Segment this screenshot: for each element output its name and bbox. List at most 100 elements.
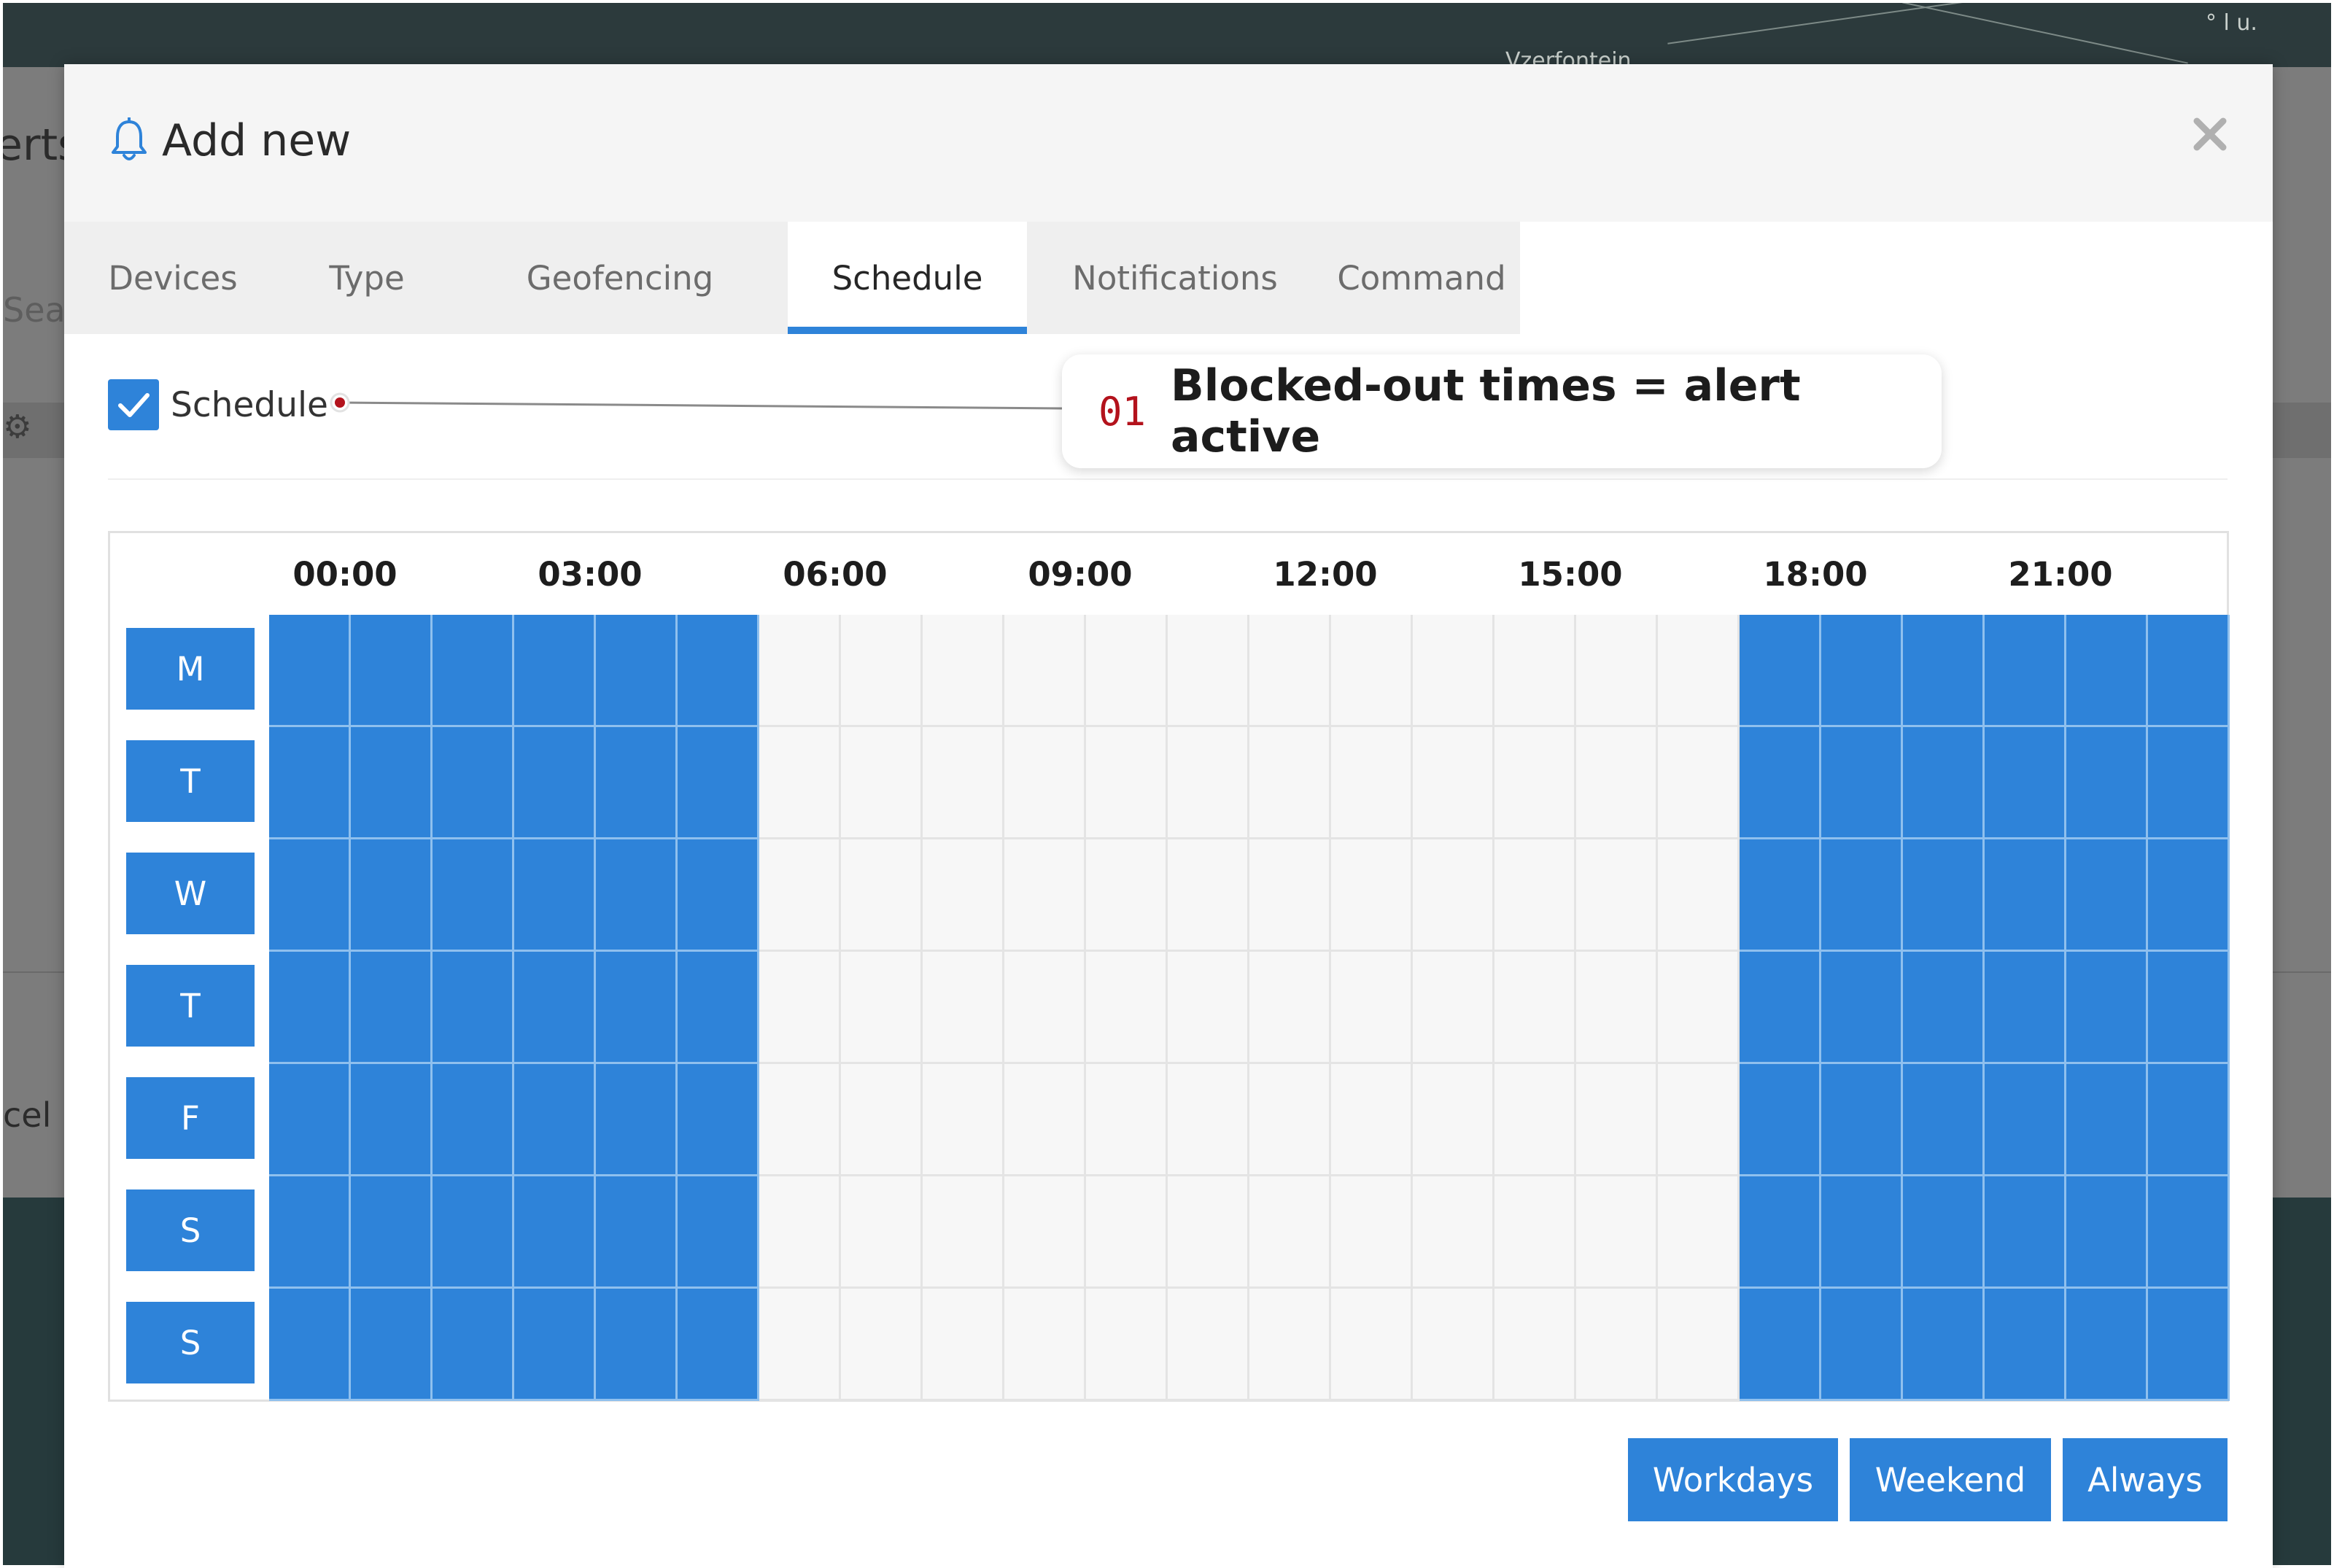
schedule-cell-wednesday-14[interactable] [1413, 839, 1494, 952]
schedule-cell-sunday-22[interactable] [2066, 1289, 2148, 1401]
schedule-cell-wednesday-9[interactable] [1004, 839, 1086, 952]
schedule-cell-sunday-16[interactable] [1576, 1289, 1658, 1401]
schedule-cell-tuesday-0[interactable] [269, 727, 351, 839]
preset-always-button[interactable]: Always [2063, 1438, 2228, 1521]
schedule-cell-thursday-19[interactable] [1821, 952, 1903, 1064]
schedule-cell-friday-11[interactable] [1168, 1064, 1249, 1176]
schedule-cell-sunday-17[interactable] [1658, 1289, 1740, 1401]
schedule-cell-tuesday-17[interactable] [1658, 727, 1740, 839]
schedule-cell-sunday-2[interactable] [433, 1289, 514, 1401]
schedule-cell-saturday-2[interactable] [433, 1176, 514, 1289]
tab-type[interactable]: Type [282, 222, 452, 334]
schedule-cell-wednesday-3[interactable] [514, 839, 596, 952]
schedule-cell-thursday-15[interactable] [1494, 952, 1576, 1064]
schedule-cell-saturday-17[interactable] [1658, 1176, 1740, 1289]
schedule-cell-tuesday-18[interactable] [1740, 727, 1821, 839]
schedule-cell-friday-9[interactable] [1004, 1064, 1086, 1176]
schedule-cell-saturday-18[interactable] [1740, 1176, 1821, 1289]
schedule-cell-thursday-5[interactable] [678, 952, 759, 1064]
schedule-cell-saturday-7[interactable] [841, 1176, 923, 1289]
schedule-cell-sunday-3[interactable] [514, 1289, 596, 1401]
schedule-cell-tuesday-20[interactable] [1903, 727, 1985, 839]
schedule-cell-tuesday-12[interactable] [1249, 727, 1331, 839]
schedule-cell-thursday-4[interactable] [596, 952, 678, 1064]
day-button-saturday[interactable]: S [126, 1189, 255, 1271]
schedule-cell-friday-10[interactable] [1086, 1064, 1168, 1176]
tab-schedule[interactable]: Schedule [788, 222, 1027, 334]
tab-geofencing[interactable]: Geofencing [452, 222, 788, 334]
schedule-cell-sunday-0[interactable] [269, 1289, 351, 1401]
schedule-cell-sunday-21[interactable] [1985, 1289, 2066, 1401]
schedule-cell-wednesday-4[interactable] [596, 839, 678, 952]
schedule-cell-tuesday-16[interactable] [1576, 727, 1658, 839]
schedule-cell-sunday-19[interactable] [1821, 1289, 1903, 1401]
schedule-cell-wednesday-21[interactable] [1985, 839, 2066, 952]
schedule-cell-thursday-6[interactable] [759, 952, 841, 1064]
schedule-cell-saturday-8[interactable] [923, 1176, 1004, 1289]
schedule-cell-friday-0[interactable] [269, 1064, 351, 1176]
schedule-cell-monday-21[interactable] [1985, 615, 2066, 727]
schedule-cell-wednesday-20[interactable] [1903, 839, 1985, 952]
schedule-cell-friday-19[interactable] [1821, 1064, 1903, 1176]
schedule-cell-sunday-15[interactable] [1494, 1289, 1576, 1401]
day-button-wednesday[interactable]: W [126, 853, 255, 934]
schedule-cell-friday-17[interactable] [1658, 1064, 1740, 1176]
schedule-cell-friday-22[interactable] [2066, 1064, 2148, 1176]
schedule-cell-friday-7[interactable] [841, 1064, 923, 1176]
schedule-cell-monday-5[interactable] [678, 615, 759, 727]
schedule-cell-saturday-21[interactable] [1985, 1176, 2066, 1289]
day-button-monday[interactable]: M [126, 628, 255, 710]
schedule-cell-friday-18[interactable] [1740, 1064, 1821, 1176]
schedule-cell-wednesday-22[interactable] [2066, 839, 2148, 952]
schedule-cell-friday-6[interactable] [759, 1064, 841, 1176]
schedule-cell-tuesday-9[interactable] [1004, 727, 1086, 839]
schedule-cell-wednesday-6[interactable] [759, 839, 841, 952]
schedule-cell-sunday-10[interactable] [1086, 1289, 1168, 1401]
schedule-cell-tuesday-6[interactable] [759, 727, 841, 839]
schedule-cell-tuesday-23[interactable] [2148, 727, 2230, 839]
schedule-cell-monday-13[interactable] [1331, 615, 1413, 727]
schedule-cell-friday-23[interactable] [2148, 1064, 2230, 1176]
schedule-cell-thursday-16[interactable] [1576, 952, 1658, 1064]
schedule-cell-saturday-15[interactable] [1494, 1176, 1576, 1289]
schedule-cell-tuesday-21[interactable] [1985, 727, 2066, 839]
schedule-cell-sunday-12[interactable] [1249, 1289, 1331, 1401]
schedule-cell-wednesday-11[interactable] [1168, 839, 1249, 952]
schedule-cell-friday-8[interactable] [923, 1064, 1004, 1176]
schedule-cell-thursday-17[interactable] [1658, 952, 1740, 1064]
schedule-cell-wednesday-19[interactable] [1821, 839, 1903, 952]
schedule-cell-monday-9[interactable] [1004, 615, 1086, 727]
schedule-cell-tuesday-2[interactable] [433, 727, 514, 839]
schedule-cell-thursday-0[interactable] [269, 952, 351, 1064]
schedule-cell-thursday-10[interactable] [1086, 952, 1168, 1064]
schedule-cell-tuesday-11[interactable] [1168, 727, 1249, 839]
schedule-cell-thursday-7[interactable] [841, 952, 923, 1064]
schedule-cell-tuesday-7[interactable] [841, 727, 923, 839]
schedule-cell-saturday-1[interactable] [351, 1176, 433, 1289]
schedule-cell-friday-14[interactable] [1413, 1064, 1494, 1176]
schedule-cell-thursday-8[interactable] [923, 952, 1004, 1064]
schedule-cell-wednesday-23[interactable] [2148, 839, 2230, 952]
schedule-cell-monday-18[interactable] [1740, 615, 1821, 727]
schedule-cell-saturday-3[interactable] [514, 1176, 596, 1289]
schedule-cell-monday-8[interactable] [923, 615, 1004, 727]
close-button[interactable] [2190, 114, 2230, 155]
schedule-cell-saturday-14[interactable] [1413, 1176, 1494, 1289]
schedule-cell-saturday-22[interactable] [2066, 1176, 2148, 1289]
schedule-cell-tuesday-1[interactable] [351, 727, 433, 839]
schedule-cell-tuesday-8[interactable] [923, 727, 1004, 839]
schedule-cell-friday-5[interactable] [678, 1064, 759, 1176]
schedule-cell-friday-12[interactable] [1249, 1064, 1331, 1176]
schedule-checkbox[interactable] [108, 379, 159, 430]
schedule-cell-thursday-18[interactable] [1740, 952, 1821, 1064]
schedule-cell-saturday-9[interactable] [1004, 1176, 1086, 1289]
schedule-cell-wednesday-7[interactable] [841, 839, 923, 952]
schedule-cell-wednesday-5[interactable] [678, 839, 759, 952]
schedule-cell-sunday-23[interactable] [2148, 1289, 2230, 1401]
schedule-cell-thursday-13[interactable] [1331, 952, 1413, 1064]
schedule-cell-sunday-4[interactable] [596, 1289, 678, 1401]
schedule-cell-saturday-13[interactable] [1331, 1176, 1413, 1289]
schedule-cell-saturday-6[interactable] [759, 1176, 841, 1289]
schedule-cell-wednesday-12[interactable] [1249, 839, 1331, 952]
schedule-cell-friday-13[interactable] [1331, 1064, 1413, 1176]
